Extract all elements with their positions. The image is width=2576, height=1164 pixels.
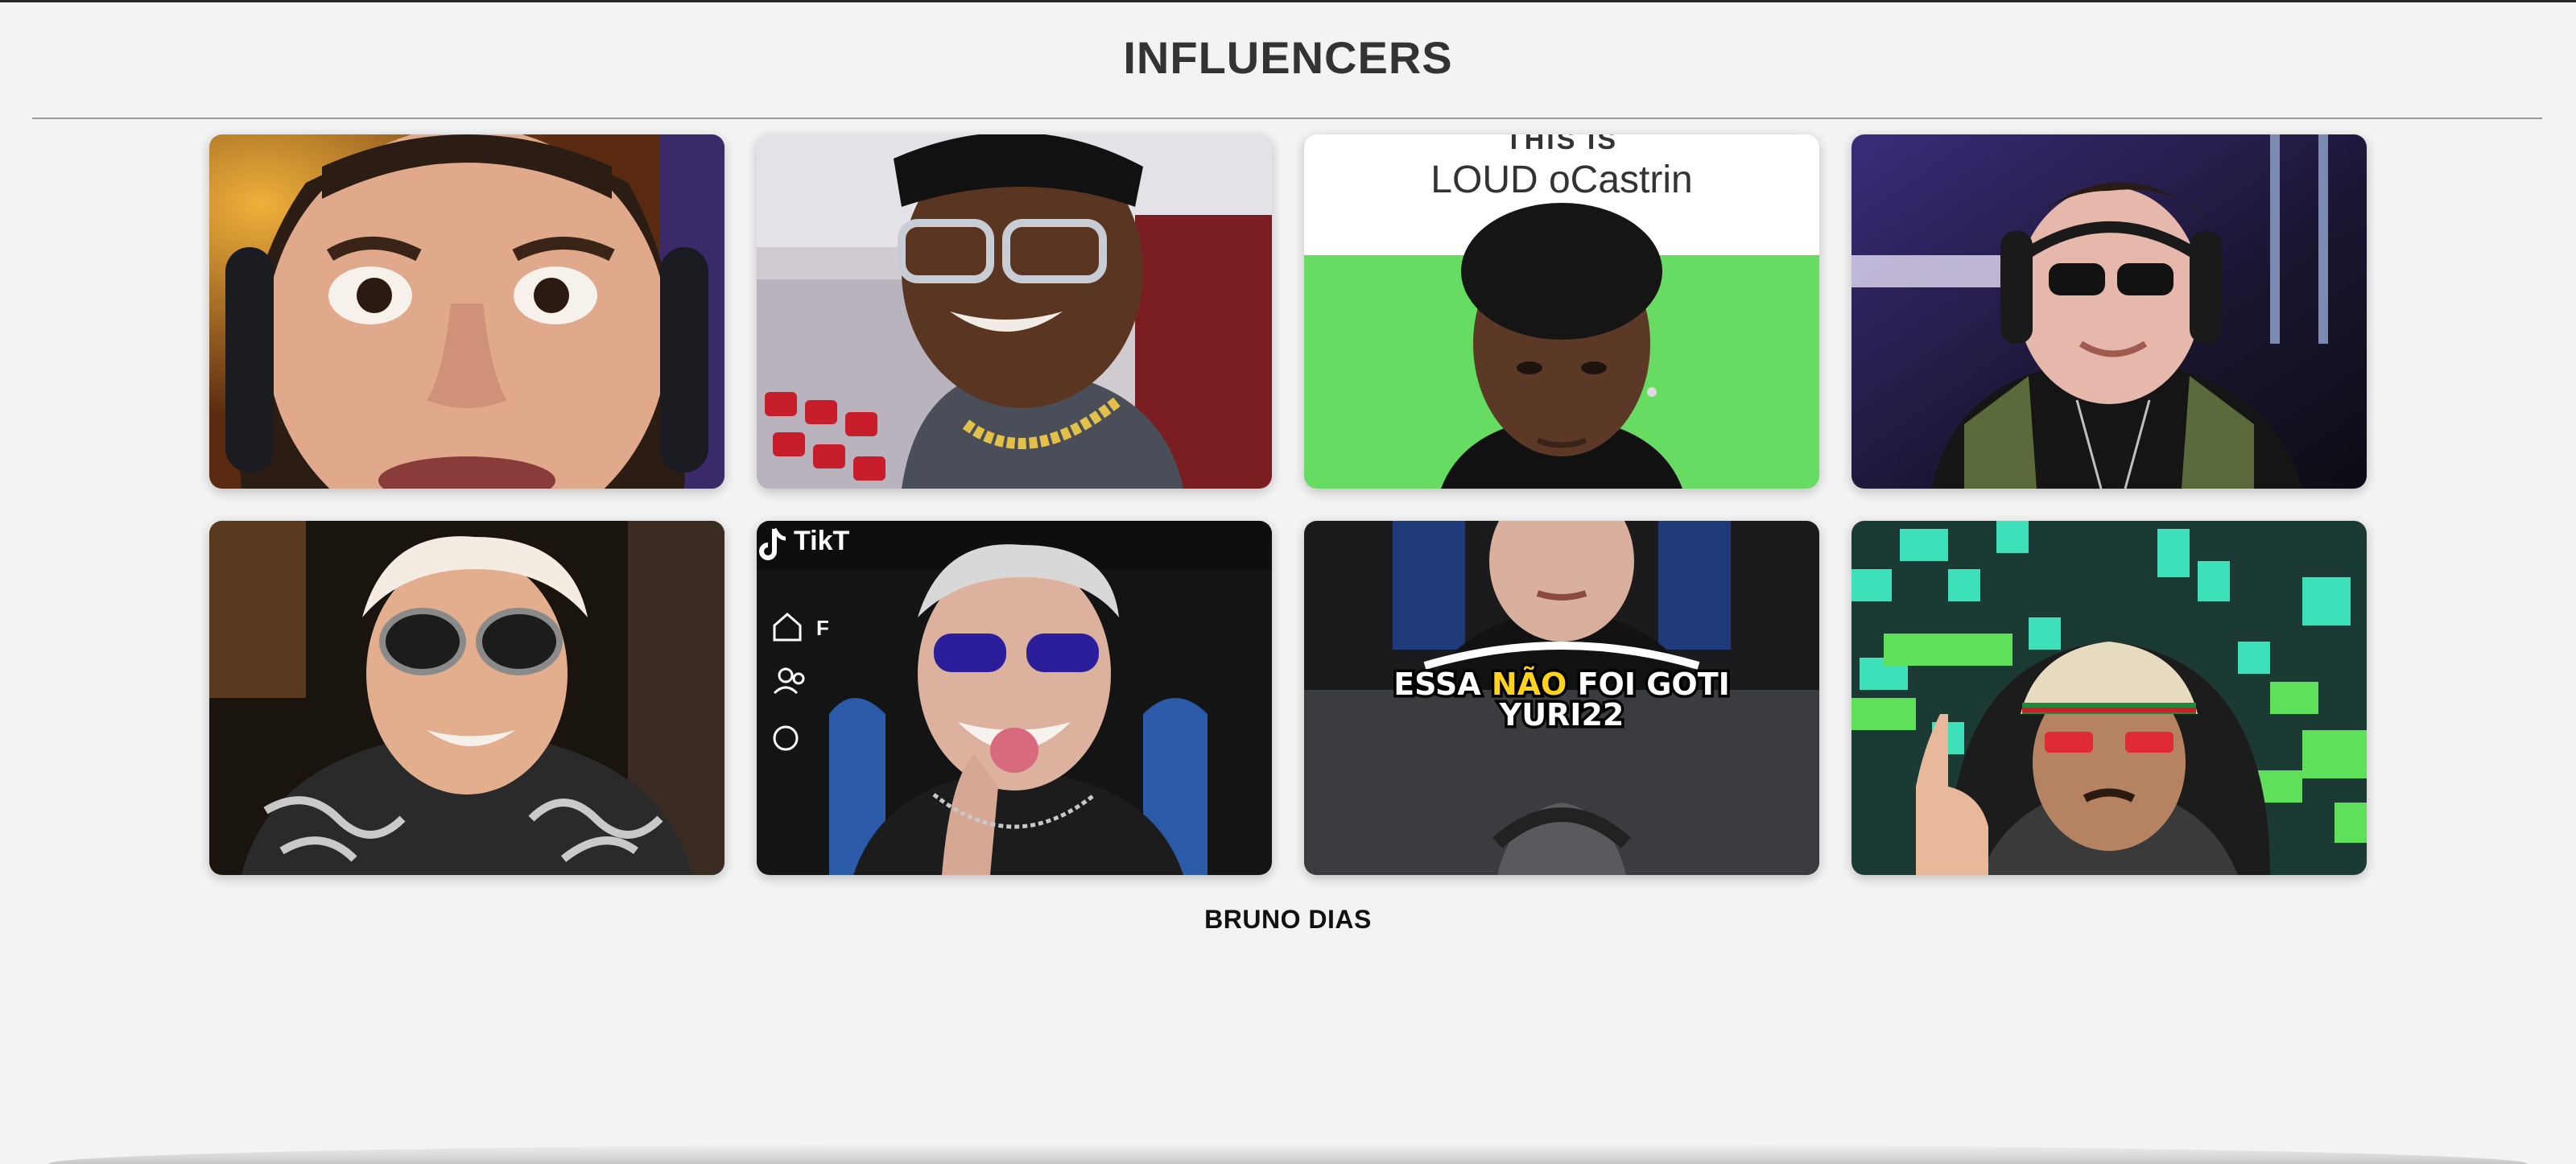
window-bottom-shadow bbox=[48, 1143, 2528, 1164]
green-screen-portrait-thumbnail: THIS IS LOUD oCastrin bbox=[1304, 134, 1819, 489]
footer-author-name: BRUNO DIAS bbox=[1204, 905, 1372, 934]
influencer-card-8[interactable] bbox=[1852, 521, 2367, 875]
tiktok-blue-sunglasses-thumbnail: TikT F bbox=[757, 521, 1272, 875]
caption-main: LOUD oCastrin bbox=[1430, 159, 1692, 201]
tiktok-brand-text: TikT bbox=[794, 526, 850, 556]
gaming-chair-caption-thumbnail: ESSA NÃO FOI GOTI YURI22 bbox=[1304, 521, 1819, 875]
window-top-edge bbox=[0, 0, 2576, 2]
influencer-card-2[interactable] bbox=[757, 134, 1272, 489]
influencer-card-6[interactable]: TikT F bbox=[757, 521, 1272, 875]
page-title: INFLUENCERS bbox=[1123, 32, 1453, 83]
title-divider bbox=[32, 118, 2542, 119]
influencer-card-7[interactable]: ESSA NÃO FOI GOTI YURI22 bbox=[1304, 521, 1819, 875]
influencer-grid: THIS IS LOUD oCastrin TikT F ESSA NÃO FO… bbox=[209, 134, 2367, 875]
blond-round-sunglasses-thumbnail bbox=[209, 521, 724, 875]
influencer-card-4[interactable] bbox=[1852, 134, 2367, 489]
sidebar-letter: F bbox=[816, 616, 829, 640]
stadium-glasses-chain-thumbnail bbox=[757, 134, 1272, 489]
video-caption-line-2: YURI22 bbox=[1499, 697, 1624, 733]
minecraft-background-cap-thumbnail bbox=[1852, 521, 2367, 875]
influencer-card-1[interactable] bbox=[209, 134, 724, 489]
influencer-card-5[interactable] bbox=[209, 521, 724, 875]
caption-top: THIS IS bbox=[1505, 134, 1618, 155]
sunglasses-gamer-headset-thumbnail bbox=[1852, 134, 2367, 489]
influencer-card-3[interactable]: THIS IS LOUD oCastrin bbox=[1304, 134, 1819, 489]
wide-eyed-streamer-headphones-thumbnail bbox=[209, 134, 724, 489]
